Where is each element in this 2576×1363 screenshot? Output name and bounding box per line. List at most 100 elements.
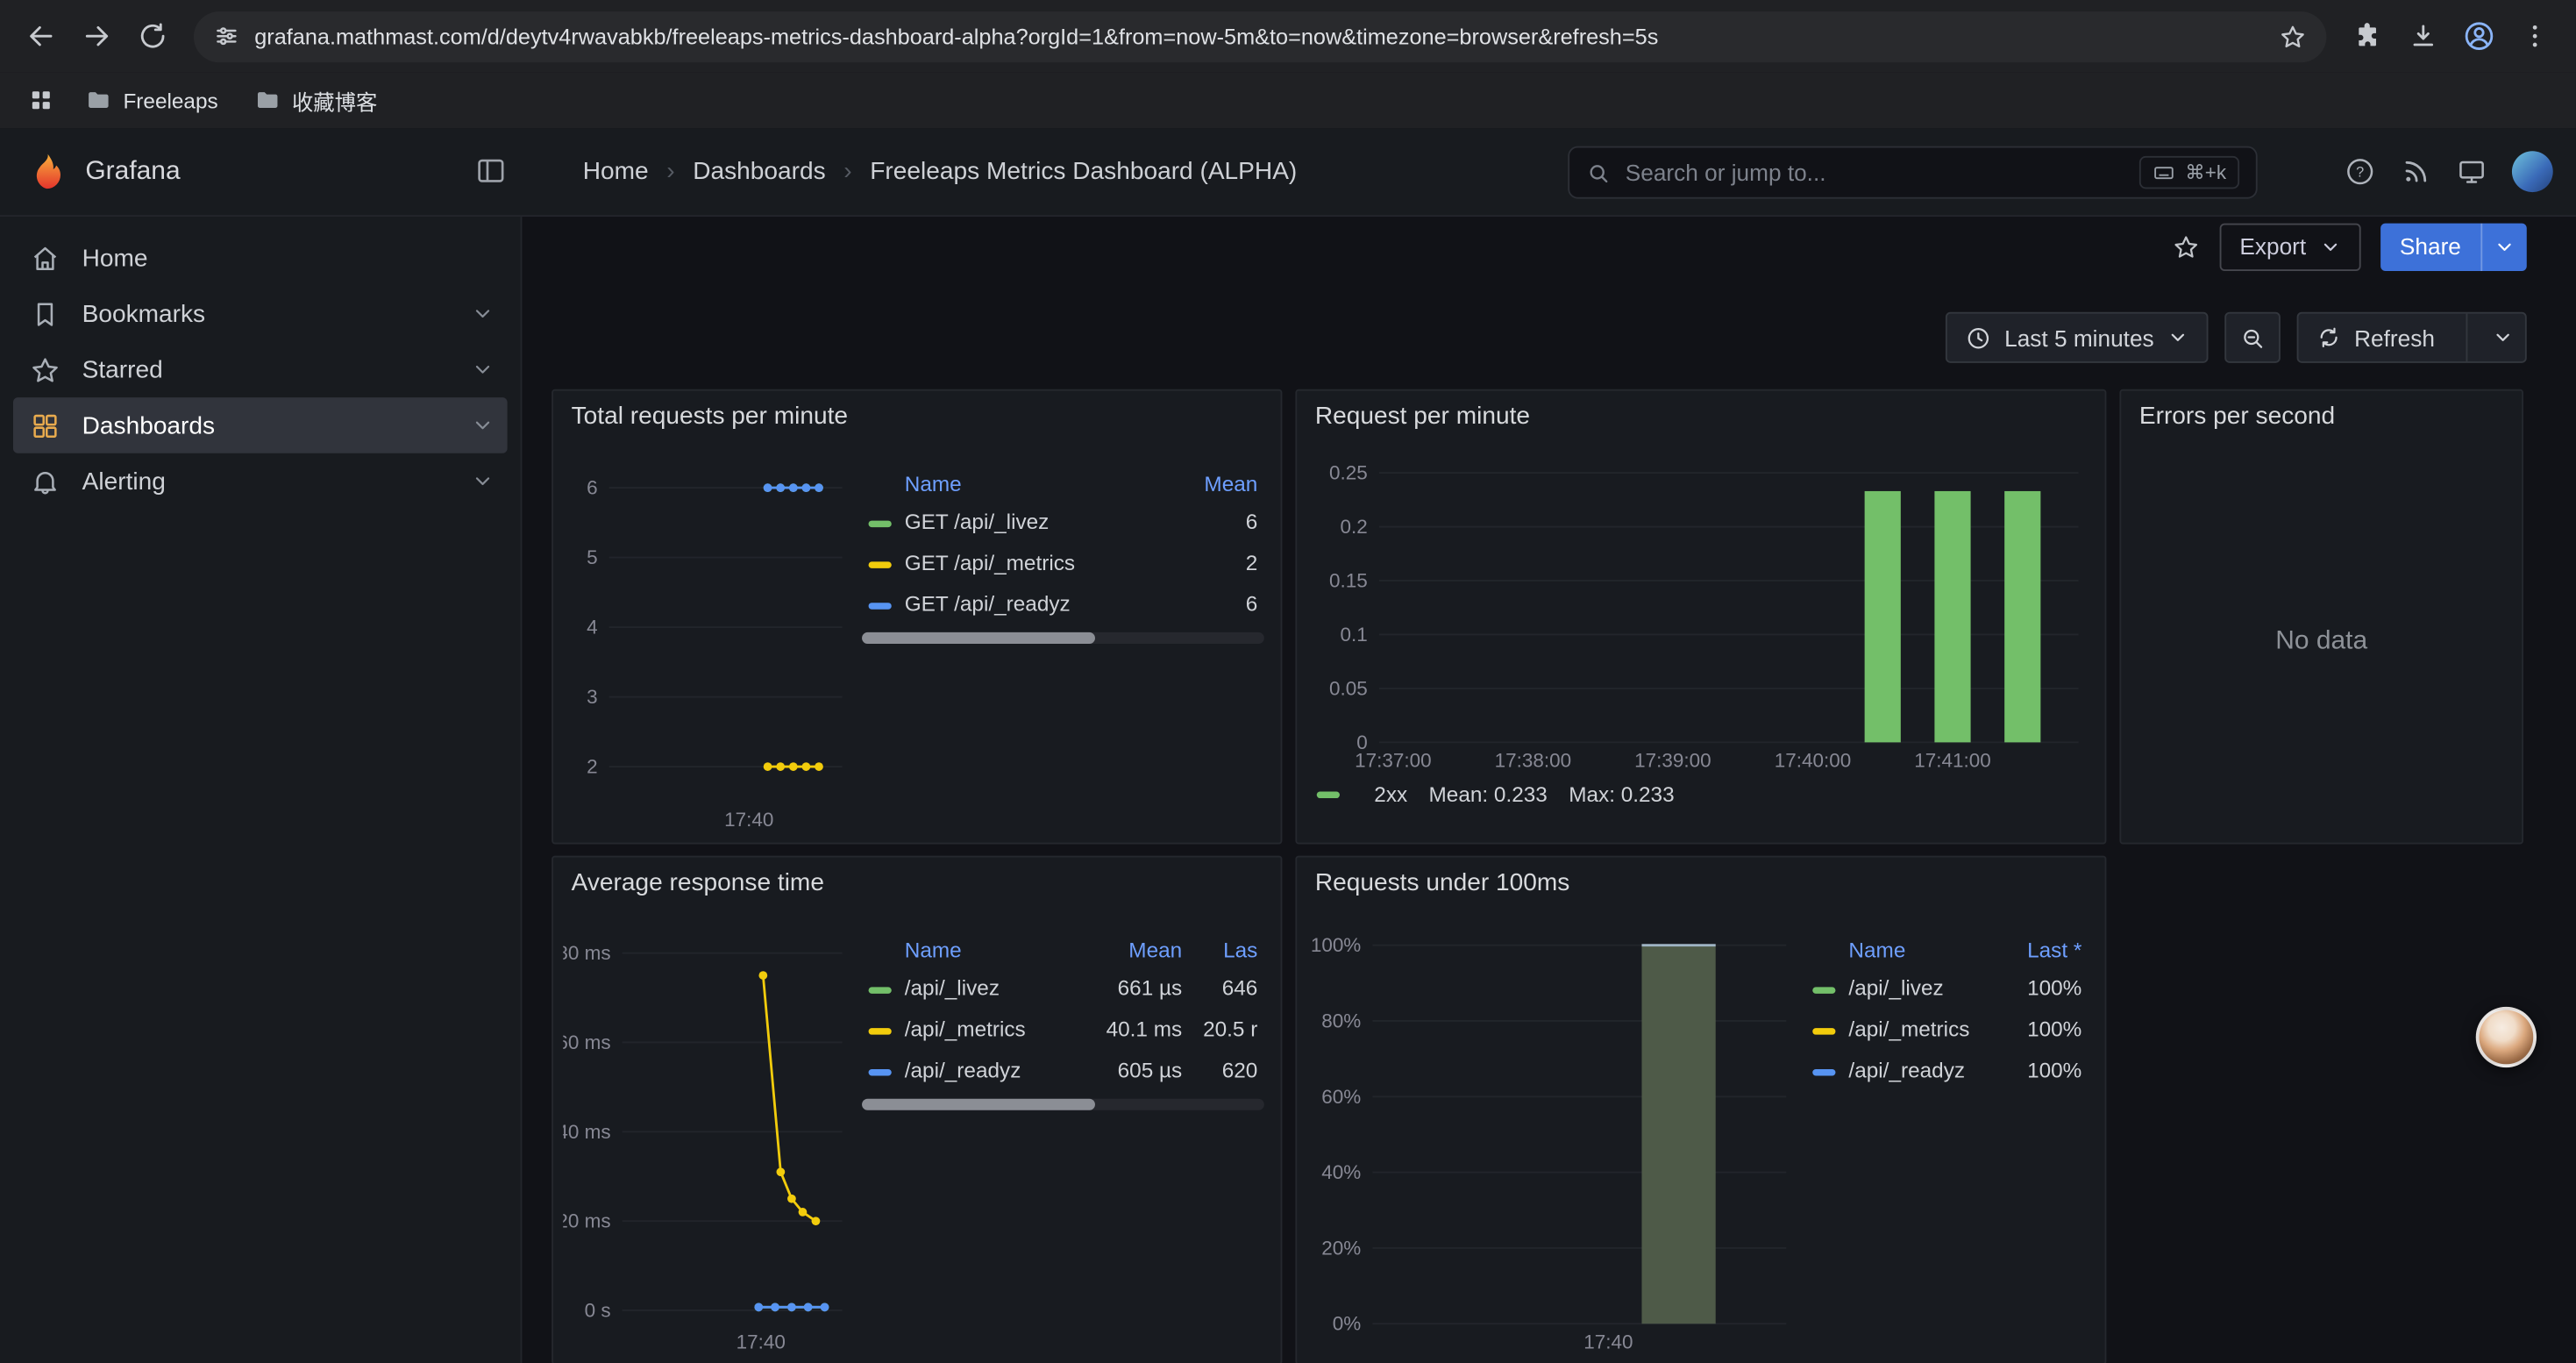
dashboards-grid-icon: [30, 410, 61, 441]
chevron-down-icon: [2494, 236, 2515, 257]
sidebar-item-home[interactable]: Home: [13, 230, 508, 286]
search-placeholder: Search or jump to...: [1626, 160, 2124, 186]
download-icon: [2409, 21, 2438, 51]
requests-under-100ms-chart[interactable]: 0%20%40%60%80%100%17:40: [1307, 913, 1800, 1357]
panel-title[interactable]: Total requests per minute: [553, 391, 1281, 440]
bookmark-folder-freeleaps[interactable]: Freeleaps: [72, 82, 231, 118]
export-button[interactable]: Export: [2220, 223, 2360, 270]
total-requests-chart[interactable]: 2345617:40: [563, 446, 855, 834]
panel-requests-under-100ms: Requests under 100ms 0%20%40%60%80%100%1…: [1295, 856, 2106, 1363]
bookmark-label: Freeleaps: [123, 88, 217, 112]
svg-text:2: 2: [587, 756, 598, 778]
legend[interactable]: 2xx Mean: 0.233 Max: 0.233: [1297, 775, 2104, 807]
svg-text:40 ms: 40 ms: [563, 1121, 610, 1143]
sidebar-item-label: Dashboards: [82, 411, 215, 439]
profile-avatar-icon: [2463, 19, 2495, 52]
svg-text:6: 6: [587, 477, 598, 499]
breadcrumb-separator: [666, 158, 674, 186]
refresh-button-group: Refresh: [2297, 312, 2527, 363]
help-icon[interactable]: ?: [2345, 156, 2376, 188]
panel-request-per-minute: Request per minute 00.050.10.150.20.2517…: [1295, 389, 2106, 845]
svg-text:40%: 40%: [1321, 1161, 1361, 1183]
chevron-down-icon[interactable]: [471, 414, 494, 437]
refresh-interval-button[interactable]: [2480, 314, 2525, 361]
star-icon: [30, 354, 61, 386]
back-icon: [26, 21, 56, 51]
panel-title[interactable]: Request per minute: [1297, 391, 2104, 440]
legend-table[interactable]: NameMeanLas/api/_livez661 µs646/api/_met…: [856, 913, 1271, 1357]
chevron-down-icon[interactable]: [471, 470, 494, 493]
monitor-icon[interactable]: [2456, 156, 2487, 188]
site-settings-icon[interactable]: [213, 23, 239, 49]
sidebar-item-alerting[interactable]: Alerting: [13, 453, 508, 510]
panel-title[interactable]: Errors per second: [2121, 391, 2522, 440]
profile-button[interactable]: [2454, 11, 2503, 61]
sidebar-item-dashboards[interactable]: Dashboards: [13, 397, 508, 453]
svg-text:17:38:00: 17:38:00: [1495, 749, 1571, 771]
browser-menu-button[interactable]: [2510, 11, 2559, 61]
grafana-brand[interactable]: Grafana: [26, 128, 181, 215]
svg-text:0.05: 0.05: [1329, 677, 1368, 699]
apps-shortcut-button[interactable]: [19, 79, 62, 122]
downloads-button[interactable]: [2399, 11, 2448, 61]
svg-text:17:40: 17:40: [724, 809, 773, 831]
svg-text:17:41:00: 17:41:00: [1914, 749, 1990, 771]
legend-table[interactable]: NameMeanGET /api/_livez6GET /api/_metric…: [856, 446, 1271, 834]
svg-text:0.2: 0.2: [1341, 516, 1368, 538]
zoom-out-time-button[interactable]: [2224, 312, 2281, 363]
user-avatar[interactable]: [2512, 151, 2553, 192]
keyboard-icon: [2153, 161, 2175, 184]
bookmark-star-icon[interactable]: [2279, 22, 2307, 50]
forward-button[interactable]: [72, 11, 121, 61]
share-button[interactable]: Share: [2380, 223, 2526, 270]
bookmark-folder-blogs[interactable]: 收藏博客: [241, 80, 390, 121]
reload-icon: [138, 21, 167, 51]
news-rss-icon[interactable]: [2401, 156, 2432, 188]
svg-text:17:39:00: 17:39:00: [1634, 749, 1711, 771]
folder-icon: [254, 87, 281, 113]
favorite-dashboard-button[interactable]: [2173, 232, 2201, 260]
url-bar[interactable]: grafana.mathmast.com/d/deytv4rwavabkb/fr…: [194, 11, 2326, 61]
sidebar-item-label: Starred: [82, 355, 163, 383]
share-menu-button[interactable]: [2482, 223, 2527, 270]
svg-text:0.25: 0.25: [1329, 462, 1368, 484]
sidebar-item-label: Bookmarks: [82, 300, 205, 328]
panel-title[interactable]: Average response time: [553, 857, 1281, 906]
svg-text:0.15: 0.15: [1329, 569, 1368, 591]
chevron-down-icon: [2319, 236, 2340, 257]
search-input[interactable]: Search or jump to... ⌘+k: [1568, 146, 2257, 199]
url-text[interactable]: grafana.mathmast.com/d/deytv4rwavabkb/fr…: [254, 24, 2264, 48]
button-divider: [2466, 314, 2467, 361]
back-button[interactable]: [17, 11, 66, 61]
breadcrumb-current: Freeleaps Metrics Dashboard (ALPHA): [870, 158, 1297, 186]
svg-text:60%: 60%: [1321, 1086, 1361, 1108]
panel-title[interactable]: Requests under 100ms: [1297, 857, 2104, 906]
sidebar-item-bookmarks[interactable]: Bookmarks: [13, 286, 508, 342]
series-name[interactable]: 2xx: [1374, 781, 1407, 806]
time-range-picker[interactable]: Last 5 minutes: [1946, 312, 2209, 363]
extensions-button[interactable]: [2343, 11, 2392, 61]
request-per-minute-chart[interactable]: 00.050.10.150.20.2517:37:0017:38:0017:39…: [1307, 446, 2092, 774]
svg-text:17:37:00: 17:37:00: [1355, 749, 1431, 771]
no-data-text: No data: [2121, 440, 2522, 843]
legend-scrollbar[interactable]: [862, 1099, 1264, 1110]
sidebar-item-starred[interactable]: Starred: [13, 341, 508, 397]
legend-table[interactable]: NameLast */api/_livez100%/api/_metrics10…: [1799, 913, 2095, 1357]
series-swatch: [1317, 791, 1340, 797]
reload-button[interactable]: [128, 11, 177, 61]
breadcrumb-dashboards[interactable]: Dashboards: [693, 158, 825, 186]
series-max: Max: 0.233: [1569, 781, 1674, 806]
assistant-avatar-widget[interactable]: [2476, 1007, 2537, 1067]
home-icon: [30, 242, 61, 274]
breadcrumb-home[interactable]: Home: [583, 158, 649, 186]
breadcrumb: Home Dashboards Freeleaps Metrics Dashbo…: [583, 128, 1298, 215]
svg-text:80 ms: 80 ms: [563, 942, 610, 964]
sidebar: Home Bookmarks Starred Dashboards Alerti…: [0, 217, 522, 1363]
legend-scrollbar[interactable]: [862, 632, 1264, 644]
chevron-down-icon[interactable]: [471, 303, 494, 325]
sidebar-toggle-button[interactable]: [474, 154, 507, 196]
svg-text:100%: 100%: [1311, 934, 1361, 956]
average-response-time-chart[interactable]: 0 s20 ms40 ms60 ms80 ms17:40: [563, 913, 855, 1357]
chevron-down-icon[interactable]: [471, 358, 494, 381]
refresh-button[interactable]: Refresh: [2298, 314, 2452, 361]
